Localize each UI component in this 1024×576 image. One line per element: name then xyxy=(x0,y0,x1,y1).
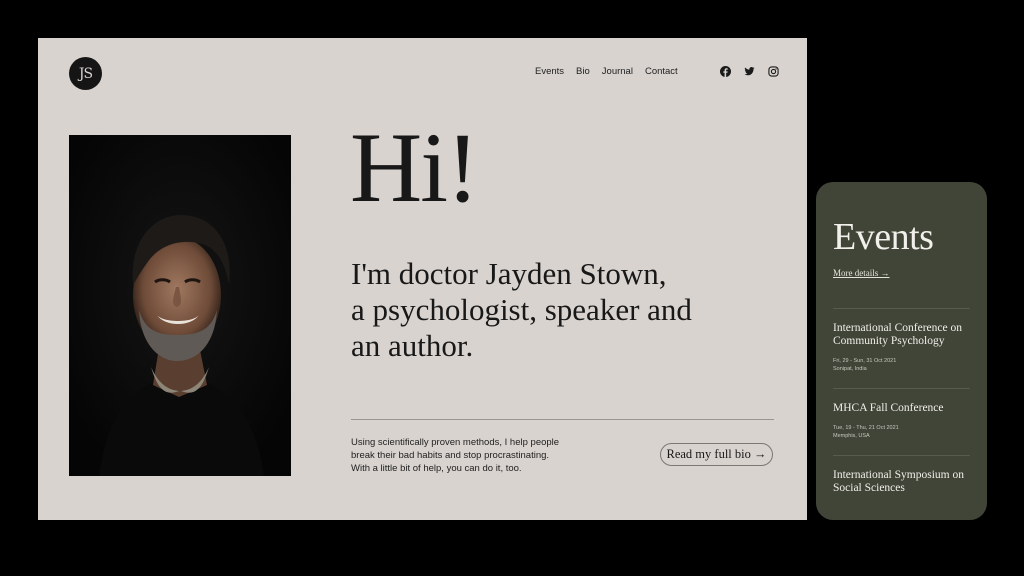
event-name-line: International Symposium on xyxy=(833,469,964,481)
hero-greeting: Hi! xyxy=(350,112,479,223)
description: Using scientifically proven methods, I h… xyxy=(351,436,559,475)
event-item[interactable]: MHCA Fall Conference Tue, 19 - Thu, 21 O… xyxy=(833,402,983,440)
facebook-icon[interactable] xyxy=(720,64,731,77)
nav-events[interactable]: Events xyxy=(535,66,564,77)
portrait-photo xyxy=(69,135,291,476)
description-line: break their bad habits and stop procrast… xyxy=(351,450,550,461)
events-title: Events xyxy=(833,216,934,258)
event-name-line: MHCA Fall Conference xyxy=(833,402,944,414)
event-name-line: Community Psychology xyxy=(833,335,945,347)
event-meta: Fri, 29 - Sun, 31 Oct 2021 Sonipat, Indi… xyxy=(833,357,983,373)
divider xyxy=(833,308,970,309)
nav-journal[interactable]: Journal xyxy=(602,66,633,77)
main-nav: Events Bio Journal Contact xyxy=(535,66,678,77)
event-name-line: Social Sciences xyxy=(833,482,905,494)
divider xyxy=(833,455,970,456)
hero-intro: I'm doctor Jayden Stown, a psychologist,… xyxy=(351,256,692,364)
social-links xyxy=(720,64,779,77)
divider xyxy=(833,388,970,389)
nav-contact[interactable]: Contact xyxy=(645,66,678,77)
event-date: Tue, 19 - Thu, 21 Oct 2021 xyxy=(833,425,899,431)
event-location: Memphis, USA xyxy=(833,433,870,439)
description-line: Using scientifically proven methods, I h… xyxy=(351,437,560,448)
event-name-line: International Conference on xyxy=(833,322,962,334)
more-details-link[interactable]: More details → xyxy=(833,268,890,278)
intro-line: I'm doctor Jayden Stown, xyxy=(351,256,667,291)
divider xyxy=(351,419,774,420)
intro-line: a psychologist, speaker and xyxy=(351,292,692,327)
instagram-icon[interactable] xyxy=(768,64,779,77)
event-item[interactable]: International Symposium on Social Scienc… xyxy=(833,469,983,495)
logo[interactable]: JS xyxy=(69,57,102,90)
logo-text: JS xyxy=(78,65,93,82)
website-frame: JS Events Bio Journal Contact Hi! I'm do… xyxy=(38,38,807,520)
event-meta: Tue, 19 - Thu, 21 Oct 2021 Memphis, USA xyxy=(833,424,983,440)
twitter-icon[interactable] xyxy=(744,64,755,76)
event-name: MHCA Fall Conference xyxy=(833,402,983,415)
event-location: Sonipat, India xyxy=(833,366,867,372)
intro-line: an author. xyxy=(351,328,474,363)
nav-bio[interactable]: Bio xyxy=(576,66,590,77)
events-card: Events More details → International Conf… xyxy=(816,182,987,520)
event-date: Fri, 29 - Sun, 31 Oct 2021 xyxy=(833,358,897,364)
event-name: International Symposium on Social Scienc… xyxy=(833,469,983,495)
portrait-illustration xyxy=(69,135,291,476)
event-item[interactable]: International Conference on Community Ps… xyxy=(833,322,983,373)
description-line: With a little bit of help, you can do it… xyxy=(351,463,522,474)
event-name: International Conference on Community Ps… xyxy=(833,322,983,348)
read-bio-button[interactable]: Read my full bio → xyxy=(660,443,773,466)
